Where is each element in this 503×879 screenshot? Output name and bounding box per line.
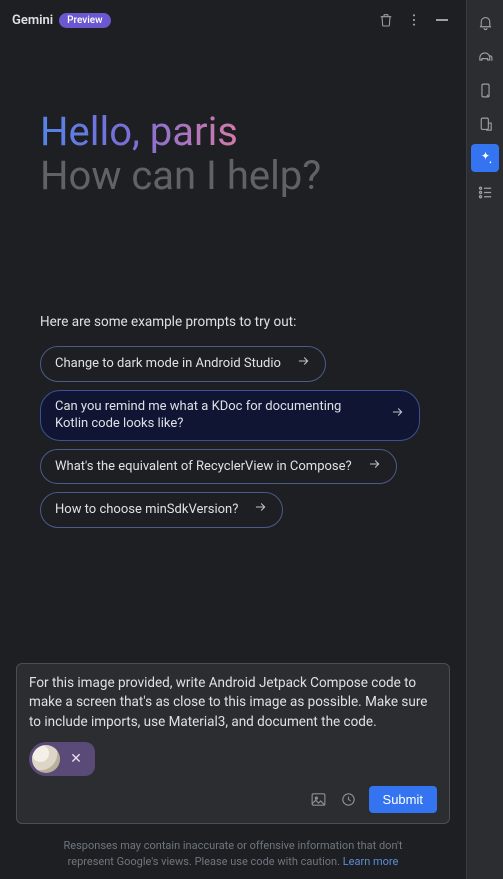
arrow-right-icon [389,405,405,425]
example-prompt-chip[interactable]: What's the equivalent of RecyclerView in… [40,449,397,485]
image-attachment-chip[interactable]: ✕ [29,742,95,776]
preview-badge: Preview [59,13,110,28]
example-prompt-chip[interactable]: Change to dark mode in Android Studio [40,346,326,382]
attachment-thumbnail [32,745,60,773]
history-icon[interactable] [339,790,359,810]
learn-more-link[interactable]: Learn more [343,855,399,868]
disclaimer-text: Responses may contain inaccurate or offe… [0,832,466,879]
prompt-text[interactable]: For this image provided, write Android J… [29,674,437,733]
elephant-icon[interactable] [471,42,499,70]
arrow-right-icon [295,354,311,374]
arrow-right-icon [252,500,268,520]
gemini-main-panel: Gemini Preview Hello, paris How can I he… [0,0,467,879]
trash-icon[interactable] [374,8,398,32]
attachment-row: ✕ [29,742,437,776]
more-options-icon[interactable] [402,8,426,32]
greeting-help: How can I help? [40,154,426,198]
chip-label: How to choose minSdkVersion? [55,501,238,519]
submit-button[interactable]: Submit [369,786,437,813]
device-manager-icon[interactable] [471,76,499,104]
notifications-icon[interactable] [471,8,499,36]
chip-label: What's the equivalent of RecyclerView in… [55,458,352,476]
header-bar: Gemini Preview [0,0,466,40]
example-prompt-chip[interactable]: Can you remind me what a KDoc for docume… [40,390,420,441]
input-footer: Submit [29,786,437,813]
content-area: Hello, paris How can I help? Here are so… [0,40,466,663]
example-prompts-list: Change to dark mode in Android Studio Ca… [40,346,426,528]
examples-intro-text: Here are some example prompts to try out… [40,314,426,330]
arrow-right-icon [366,457,382,477]
app-title: Gemini [12,13,53,28]
right-tool-rail [467,0,503,879]
chip-label: Can you remind me what a KDoc for docume… [55,398,375,433]
greeting-block: Hello, paris How can I help? [40,110,426,198]
chip-label: Change to dark mode in Android Studio [55,355,281,373]
greeting-hello: Hello, paris [40,110,238,154]
close-icon[interactable]: ✕ [66,749,86,769]
task-list-icon[interactable] [471,178,499,206]
gemini-sparkle-icon[interactable] [471,144,499,172]
prompt-input-box[interactable]: For this image provided, write Android J… [16,663,450,825]
add-image-icon[interactable] [309,790,329,810]
example-prompt-chip[interactable]: How to choose minSdkVersion? [40,492,283,528]
running-devices-icon[interactable] [471,110,499,138]
minimize-button[interactable] [430,19,454,21]
